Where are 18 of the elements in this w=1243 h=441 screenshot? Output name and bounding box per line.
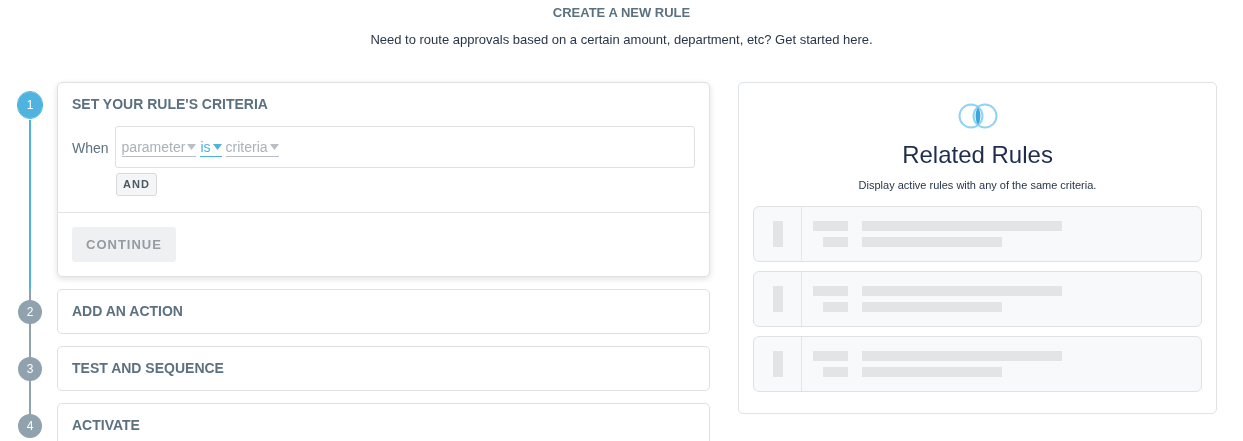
caret-icon [212,143,222,150]
when-label: When [72,139,109,158]
overlapping-circles-icon [956,103,999,129]
caret-icon [187,143,197,150]
step-title[interactable]: TEST AND SEQUENCE [72,358,224,379]
and-button[interactable]: AND [116,173,157,196]
page-title: CREATE A NEW RULE [552,4,691,22]
related-rules-title: Related Rules [902,140,1053,170]
caret-icon [269,143,279,150]
step-title[interactable]: ACTIVATE [72,415,140,436]
step-number: 1 [18,92,42,118]
step-number: 2 [18,300,42,324]
step-number: 4 [18,414,42,438]
step-title[interactable]: ADD AN ACTION [72,301,183,322]
page-subtitle: Need to route approvals based on a certain amount, department, etc? Get started here. [370,30,873,49]
step-number: 3 [18,357,42,381]
related-rules-subtitle: Display active rules with any of the same criteria. [858,178,1097,193]
step-title[interactable]: SET YOUR RULE'S CRITERIA [72,94,268,115]
